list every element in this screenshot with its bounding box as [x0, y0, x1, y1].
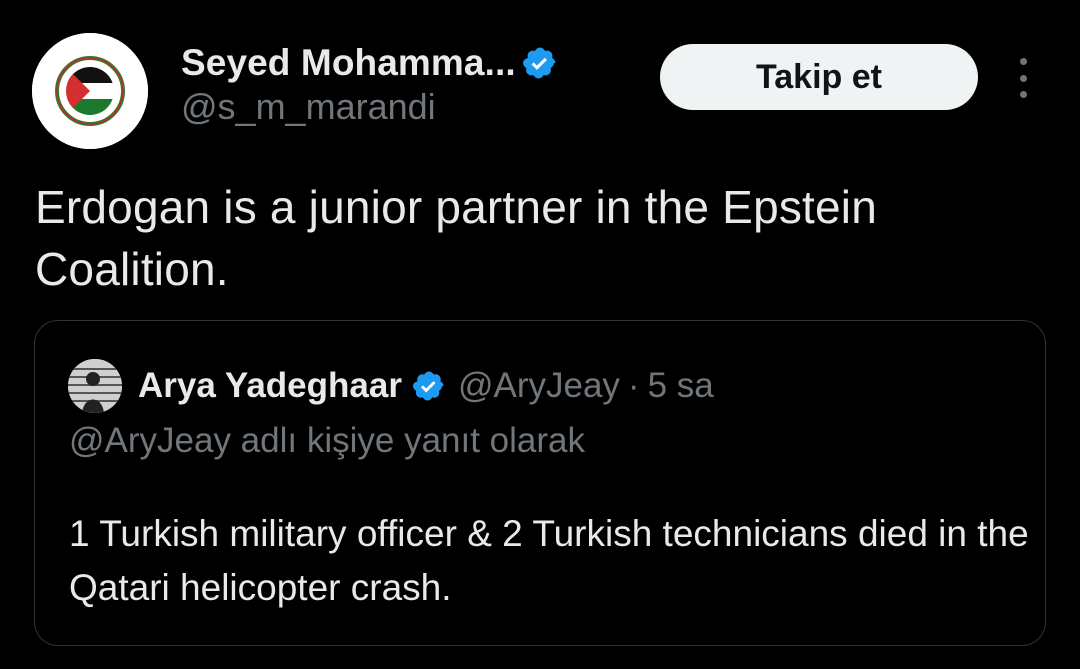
- more-dot: [1019, 74, 1027, 82]
- author-name-row: Seyed Mohamma...: [181, 38, 558, 88]
- verified-badge-icon: [412, 369, 446, 403]
- separator-dot: ·: [627, 366, 640, 405]
- quote-reply-context: @AryJeay adlı kişiye yanıt olarak: [69, 421, 586, 460]
- quote-author-avatar[interactable]: [68, 359, 122, 413]
- quote-author-name[interactable]: Arya Yadeghaar: [138, 366, 402, 406]
- quote-avatar-image: [68, 359, 122, 413]
- quote-text: 1 Turkish military officer & 2 Turkish t…: [69, 513, 1029, 608]
- quoted-tweet[interactable]: Arya Yadeghaar @AryJeay · 5 sa @AryJeay …: [34, 320, 1046, 646]
- tweet-text: Erdogan is a junior partner in the Epste…: [35, 181, 878, 295]
- quote-header: Arya Yadeghaar @AryJeay · 5 sa: [138, 359, 714, 413]
- save-gaza-flag-avatar: [32, 33, 148, 149]
- author-display-name[interactable]: Seyed Mohamma...: [181, 42, 516, 84]
- more-dot: [1019, 58, 1027, 65]
- verified-badge-icon: [522, 45, 558, 81]
- more-vertical-icon[interactable]: [1006, 58, 1040, 98]
- author-handle[interactable]: @s_m_marandi: [181, 86, 436, 128]
- more-dot: [1019, 91, 1027, 98]
- author-avatar[interactable]: [32, 33, 148, 149]
- follow-button[interactable]: Takip et: [660, 44, 978, 110]
- quote-timestamp[interactable]: 5 sa: [648, 366, 714, 406]
- quote-author-handle[interactable]: @AryJeay: [458, 366, 620, 406]
